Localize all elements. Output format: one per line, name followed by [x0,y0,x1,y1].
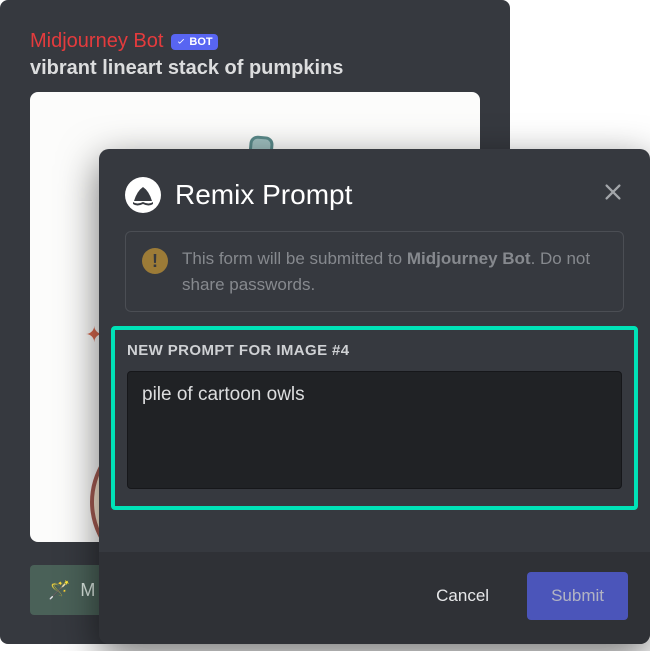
warning-icon: ! [142,248,168,274]
variation-button-label: M [80,580,95,601]
bot-badge: BOT [171,34,217,50]
remix-prompt-modal: Remix Prompt ! This form will be submitt… [99,149,650,644]
new-prompt-input[interactable] [127,371,622,489]
bot-badge-label: BOT [189,36,212,48]
cancel-button[interactable]: Cancel [412,572,513,620]
notice-text: This form will be submitted to Midjourne… [182,246,607,297]
bot-message: Midjourney Bot BOT vibrant lineart stack… [0,0,510,80]
modal-title: Remix Prompt [175,179,588,211]
notice-bot-name: Midjourney Bot [407,249,531,268]
close-icon[interactable] [602,181,624,209]
verified-check-icon [176,37,186,47]
submit-button[interactable]: Submit [527,572,628,620]
modal-footer: Cancel Submit [99,552,650,644]
notice-prefix: This form will be submitted to [182,249,407,268]
security-notice: ! This form will be submitted to Midjour… [125,231,624,312]
midjourney-ship-icon [125,177,161,213]
message-author: Midjourney Bot [30,30,163,53]
field-label: NEW PROMPT FOR IMAGE #4 [127,342,622,359]
prompt-editor-highlight: NEW PROMPT FOR IMAGE #4 [111,326,638,510]
message-prompt-text: vibrant lineart stack of pumpkins [30,57,480,80]
wand-icon: 🪄 [48,580,70,601]
